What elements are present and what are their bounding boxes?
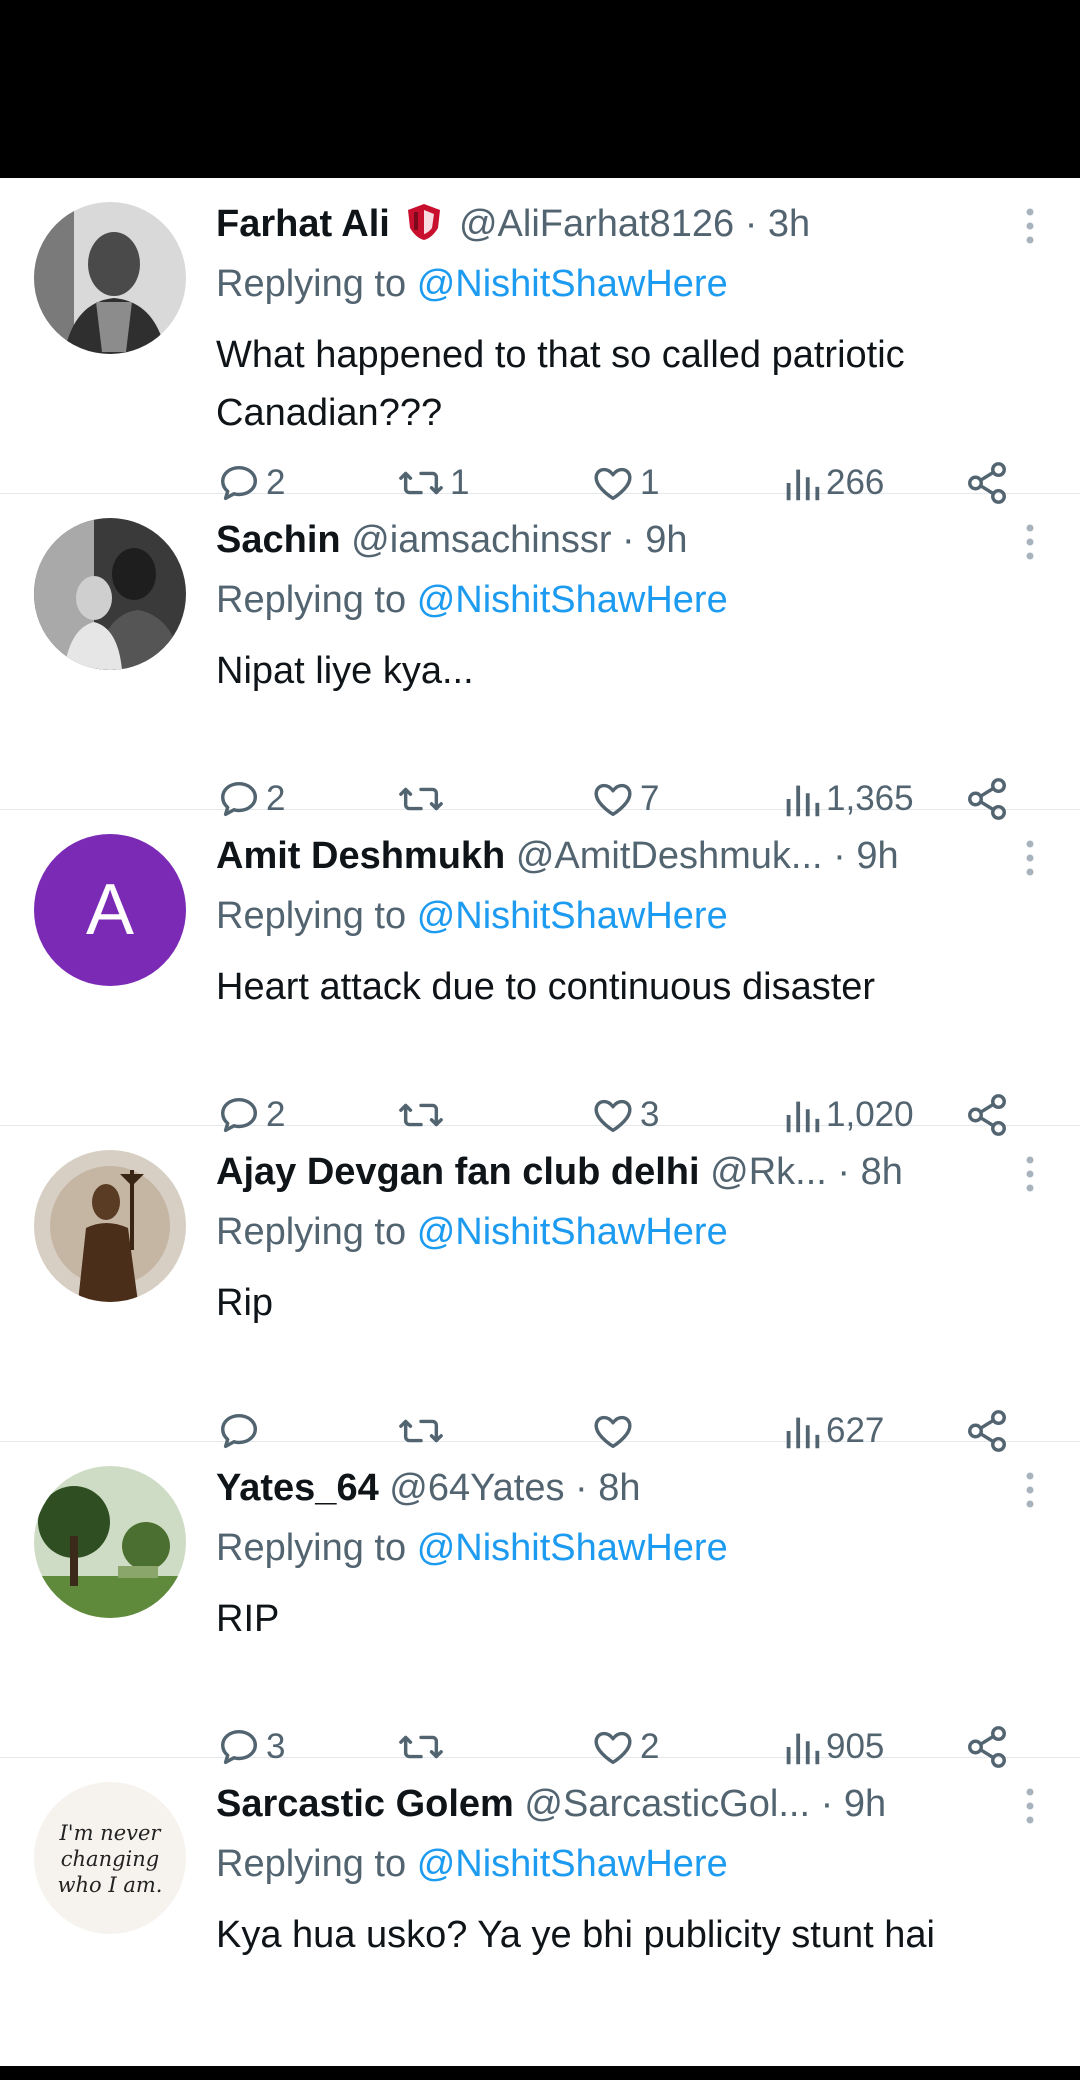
reply-header: Sarcastic Golem @SarcasticGol... · 9h <box>216 1783 887 1825</box>
timestamp[interactable]: 3h <box>768 203 810 245</box>
navigation-bar <box>0 2066 1080 2080</box>
mention-link[interactable]: @NishitShawHere <box>417 1843 728 1885</box>
timestamp[interactable]: 9h <box>645 519 687 561</box>
reply-header: Yates_64 @64Yates · 8h <box>216 1467 641 1509</box>
timestamp[interactable]: 9h <box>844 1783 886 1825</box>
avatar[interactable] <box>34 202 186 354</box>
reply-text: RIP <box>216 1598 280 1640</box>
display-name[interactable]: Ajay Devgan fan club delhi <box>216 1151 700 1193</box>
more-options-icon[interactable] <box>1020 522 1040 566</box>
reply-header: Farhat Ali @AliFarhat8126 · 3h <box>216 200 976 254</box>
display-name[interactable]: Farhat Ali <box>216 203 390 245</box>
reply-text: Heart attack due to continuous disaster <box>216 966 876 1008</box>
handle[interactable]: @Rk... <box>710 1151 827 1193</box>
reply-text: Rip <box>216 1282 274 1324</box>
more-options-icon[interactable] <box>1020 206 1040 250</box>
handle[interactable]: @AliFarhat8126 <box>459 203 734 245</box>
svg-text:changing: changing <box>61 1847 159 1871</box>
handle[interactable]: @SarcasticGol... <box>524 1783 810 1825</box>
replying-to-line: Replying to @NishitShawHere <box>216 1843 728 1885</box>
more-options-icon[interactable] <box>1020 1154 1040 1198</box>
more-options-icon[interactable] <box>1020 1470 1040 1514</box>
reply-item[interactable]: I'm never changing who I am. Sarcastic G… <box>0 1758 1080 2098</box>
mention-link[interactable]: @NishitShawHere <box>417 895 728 937</box>
timestamp[interactable]: 8h <box>598 1467 640 1509</box>
display-name[interactable]: Sachin <box>216 519 341 561</box>
replies-feed: Farhat Ali @AliFarhat8126 · 3h Replying … <box>0 178 1080 2098</box>
avatar[interactable] <box>34 518 186 670</box>
mention-link[interactable]: @NishitShawHere <box>417 1211 728 1253</box>
reply-text: What happened to that so called patrioti… <box>216 334 905 434</box>
display-name[interactable]: Yates_64 <box>216 1467 379 1509</box>
shield-badge-icon <box>404 202 444 254</box>
reply-header: Ajay Devgan fan club delhi @Rk... · 8h <box>216 1151 903 1193</box>
mention-link[interactable]: @NishitShawHere <box>417 1527 728 1569</box>
avatar[interactable]: A <box>34 834 186 986</box>
replying-to-line: Replying to @NishitShawHere <box>216 895 728 937</box>
more-options-icon[interactable] <box>1020 1786 1040 1830</box>
svg-text:who I am.: who I am. <box>58 1873 163 1897</box>
avatar-letter: A <box>86 870 134 950</box>
reply-item[interactable]: Farhat Ali @AliFarhat8126 · 3h Replying … <box>0 178 1080 504</box>
reply-item[interactable]: A Amit Deshmukh @AmitDeshmuk... · 9h Rep… <box>0 810 1080 1136</box>
status-bar <box>0 0 1080 178</box>
replying-to-line: Replying to @NishitShawHere <box>216 1527 728 1569</box>
more-options-icon[interactable] <box>1020 838 1040 882</box>
reply-header: Sachin @iamsachinssr · 9h <box>216 519 688 561</box>
replying-to-line: Replying to @NishitShawHere <box>216 1211 728 1253</box>
display-name[interactable]: Amit Deshmukh <box>216 835 505 877</box>
replying-to-line: Replying to @NishitShawHere <box>216 579 728 621</box>
reply-item[interactable]: Yates_64 @64Yates · 8h Replying to @Nish… <box>0 1442 1080 1768</box>
display-name[interactable]: Sarcastic Golem <box>216 1783 514 1825</box>
avatar[interactable]: I'm never changing who I am. <box>34 1782 186 1934</box>
timestamp[interactable]: 8h <box>861 1151 903 1193</box>
timestamp[interactable]: 9h <box>856 835 898 877</box>
mention-link[interactable]: @NishitShawHere <box>417 263 728 305</box>
reply-header: Amit Deshmukh @AmitDeshmuk... · 9h <box>216 835 899 877</box>
reply-item[interactable]: Ajay Devgan fan club delhi @Rk... · 8h R… <box>0 1126 1080 1452</box>
handle[interactable]: @AmitDeshmuk... <box>516 835 823 877</box>
reply-item[interactable]: Sachin @iamsachinssr · 9h Replying to @N… <box>0 494 1080 820</box>
handle[interactable]: @64Yates <box>389 1467 564 1509</box>
avatar[interactable] <box>34 1466 186 1618</box>
svg-text:I'm never: I'm never <box>59 1821 163 1845</box>
handle[interactable]: @iamsachinssr <box>351 519 611 561</box>
reply-text: Nipat liye kya... <box>216 650 474 692</box>
reply-text: Kya hua usko? Ya ye bhi publicity stunt … <box>216 1914 935 1956</box>
replying-to-line: Replying to @NishitShawHere <box>216 263 728 305</box>
avatar[interactable] <box>34 1150 186 1302</box>
mention-link[interactable]: @NishitShawHere <box>417 579 728 621</box>
